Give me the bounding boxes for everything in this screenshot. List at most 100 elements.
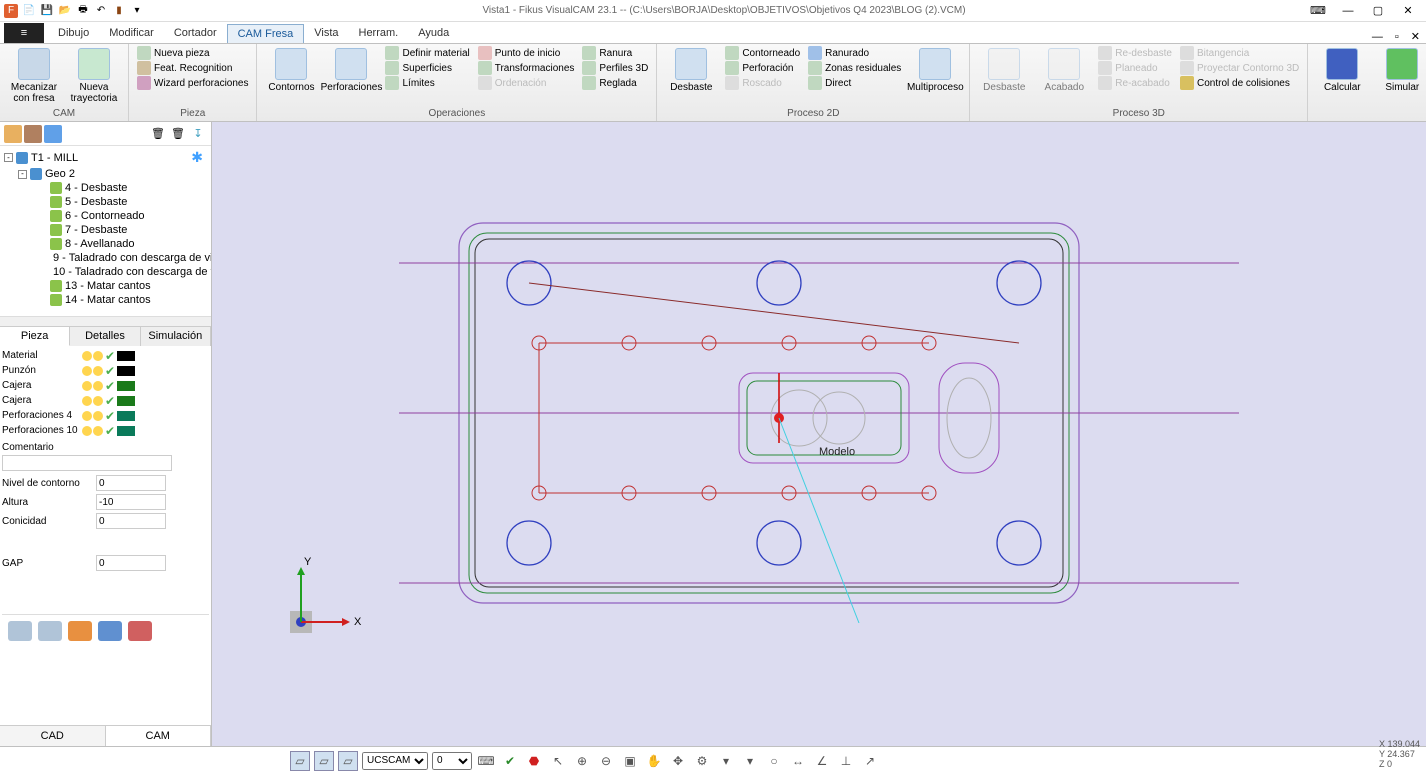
- menu-tab-vista[interactable]: Vista: [304, 24, 348, 43]
- expand-icon[interactable]: -: [18, 170, 27, 179]
- comentario-input[interactable]: [2, 455, 172, 471]
- nueva-trayectoria-button[interactable]: Nueva trayectoria: [66, 46, 122, 106]
- sp-icon1[interactable]: [4, 125, 22, 143]
- menu-tab-modificar[interactable]: Modificar: [99, 24, 164, 43]
- sb-fit-icon[interactable]: ▣: [620, 751, 640, 771]
- direct-button[interactable]: Direct: [806, 76, 903, 90]
- sb-plane2-icon[interactable]: ▱: [314, 751, 334, 771]
- ranura-button[interactable]: Ranura: [580, 46, 650, 60]
- sb-zoomout-icon[interactable]: ⊖: [596, 751, 616, 771]
- tree-op[interactable]: 4 - Desbaste: [4, 181, 207, 195]
- sb-hand-icon[interactable]: ✋: [644, 751, 664, 771]
- mecanizar-button[interactable]: Mecanizar con fresa: [6, 46, 62, 106]
- nueva-pieza-button[interactable]: Nueva pieza: [135, 46, 250, 60]
- sp-icon3[interactable]: [44, 125, 62, 143]
- multiproceso-button[interactable]: Multiproceso: [907, 46, 963, 95]
- contorneado-button[interactable]: Contorneado: [723, 46, 802, 60]
- punto-inicio-button[interactable]: Punto de inicio: [476, 46, 577, 60]
- thumb-3[interactable]: [68, 621, 92, 641]
- sb-zoomin-icon[interactable]: ⊕: [572, 751, 592, 771]
- sb-tree-icon[interactable]: ⚙: [692, 751, 712, 771]
- perfiles3d-button[interactable]: Perfiles 3D: [580, 61, 650, 75]
- thumb-1[interactable]: [8, 621, 32, 641]
- desbaste-2d-button[interactable]: Desbaste: [663, 46, 719, 95]
- minimize-button[interactable]: —: [1334, 2, 1362, 20]
- doc-restore-icon[interactable]: ▫: [1389, 31, 1405, 43]
- close-button[interactable]: ✕: [1394, 2, 1422, 20]
- transformaciones-button[interactable]: Transformaciones: [476, 61, 577, 75]
- gap-input[interactable]: [96, 555, 166, 571]
- perforaciones-button[interactable]: Perforaciones: [323, 46, 379, 95]
- operations-tree[interactable]: -T1 - MILL✱ -Geo 2 4 - Desbaste5 - Desba…: [0, 146, 211, 316]
- tree-op[interactable]: 8 - Avellanado: [4, 237, 207, 251]
- tree-op[interactable]: 10 - Taladrado con descarga de viru: [4, 265, 207, 279]
- sb-pan-icon[interactable]: ✥: [668, 751, 688, 771]
- maximize-button[interactable]: ▢: [1364, 2, 1392, 20]
- wizard-perforaciones-button[interactable]: Wizard perforaciones: [135, 76, 250, 90]
- mode-tab-cam[interactable]: CAM: [106, 726, 212, 746]
- sp-icon2[interactable]: [24, 125, 42, 143]
- tab-detalles[interactable]: Detalles: [70, 327, 140, 346]
- tab-simulacion[interactable]: Simulación: [141, 327, 211, 346]
- contornos-button[interactable]: Contornos: [263, 46, 319, 95]
- definir-material-button[interactable]: Definir material: [383, 46, 471, 60]
- conicidad-input[interactable]: [96, 513, 166, 529]
- superficies-button[interactable]: Superficies: [383, 61, 471, 75]
- nivel-input[interactable]: [96, 475, 166, 491]
- prop-row[interactable]: Punzón✔: [2, 363, 209, 378]
- colisiones-button[interactable]: Control de colisiones: [1178, 76, 1301, 90]
- feat-recognition-button[interactable]: Feat. Recognition: [135, 61, 250, 75]
- prop-row[interactable]: Cajera✔: [2, 378, 209, 393]
- collapse-icon[interactable]: ↧: [189, 125, 207, 143]
- trash-icon[interactable]: 🗑: [149, 125, 167, 143]
- qat-door-icon[interactable]: ▮: [112, 4, 126, 18]
- simular-button[interactable]: Simular: [1374, 46, 1426, 95]
- sb-plane3-icon[interactable]: ▱: [338, 751, 358, 771]
- calcular-button[interactable]: Calcular: [1314, 46, 1370, 95]
- app-icon[interactable]: F: [4, 4, 18, 18]
- reglada-button[interactable]: Reglada: [580, 76, 650, 90]
- sb-drop2-icon[interactable]: ▾: [740, 751, 760, 771]
- desbaste-3d-button[interactable]: Desbaste: [976, 46, 1032, 95]
- qat-print-icon[interactable]: 🖶: [76, 4, 90, 18]
- menu-tab-cortador[interactable]: Cortador: [164, 24, 227, 43]
- viewport[interactable]: Modelo X Y: [212, 122, 1426, 746]
- menu-tab-herram[interactable]: Herram.: [349, 24, 409, 43]
- qat-save-icon[interactable]: 💾: [40, 4, 54, 18]
- altura-input[interactable]: [96, 494, 166, 510]
- qat-new-icon[interactable]: 📄: [22, 4, 36, 18]
- tree-op[interactable]: 9 - Taladrado con descarga de virut: [4, 251, 207, 265]
- tree-op[interactable]: 6 - Contorneado: [4, 209, 207, 223]
- prop-row[interactable]: Perforaciones 10✔: [2, 423, 209, 438]
- expand-icon[interactable]: -: [4, 153, 13, 162]
- acabado-button[interactable]: Acabado: [1036, 46, 1092, 95]
- ucs-value-select[interactable]: 0: [432, 752, 472, 770]
- sb-drop1-icon[interactable]: ▾: [716, 751, 736, 771]
- ranurado-button[interactable]: Ranurado: [806, 46, 903, 60]
- menu-tab-ayuda[interactable]: Ayuda: [408, 24, 459, 43]
- sb-cursor-icon[interactable]: ↖: [548, 751, 568, 771]
- doc-minimize-icon[interactable]: —: [1366, 31, 1389, 43]
- sb-angle-icon[interactable]: ∠: [812, 751, 832, 771]
- tree-op[interactable]: 14 - Matar cantos: [4, 293, 207, 307]
- trash2-icon[interactable]: 🗑: [169, 125, 187, 143]
- thumb-2[interactable]: [38, 621, 62, 641]
- tree-root[interactable]: T1 - MILL: [31, 152, 78, 164]
- sb-tool-icon[interactable]: ↗: [860, 751, 880, 771]
- thumb-5[interactable]: [128, 621, 152, 641]
- sb-perp-icon[interactable]: ⊥: [836, 751, 856, 771]
- tree-op[interactable]: 7 - Desbaste: [4, 223, 207, 237]
- sb-check-icon[interactable]: ✔: [500, 751, 520, 771]
- sb-keyboard-icon[interactable]: ⌨: [476, 751, 496, 771]
- tree-geo[interactable]: Geo 2: [45, 168, 75, 180]
- sb-circle-icon[interactable]: ○: [764, 751, 784, 771]
- sb-plane1-icon[interactable]: ▱: [290, 751, 310, 771]
- menu-tab-dibujo[interactable]: Dibujo: [48, 24, 99, 43]
- sb-stop-icon[interactable]: ⬣: [524, 751, 544, 771]
- doc-close-icon[interactable]: ✕: [1405, 30, 1426, 43]
- prop-row[interactable]: Material✔: [2, 348, 209, 363]
- tree-scrollbar[interactable]: [0, 316, 211, 326]
- tree-op[interactable]: 13 - Matar cantos: [4, 279, 207, 293]
- menu-tab-camfresa[interactable]: CAM Fresa: [227, 24, 305, 43]
- tree-op[interactable]: 5 - Desbaste: [4, 195, 207, 209]
